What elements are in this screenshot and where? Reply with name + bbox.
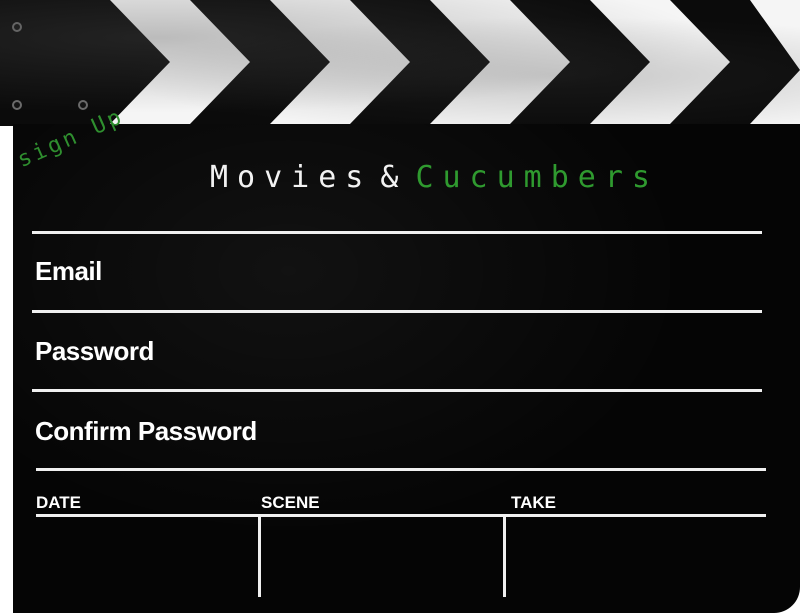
column-divider-1 — [258, 515, 261, 597]
divider-password — [32, 389, 762, 392]
hinge-bolt-icon — [78, 100, 88, 110]
chevron-stripe-4 — [590, 0, 730, 124]
divider-top — [32, 231, 762, 234]
divider-confirm — [36, 468, 766, 471]
column-divider-2 — [503, 515, 506, 597]
hinge-bolt-icon — [12, 100, 22, 110]
chevron-stripe-3 — [430, 0, 570, 124]
app-title: Movies & Cucumbers — [210, 160, 659, 195]
title-ampersand: & — [380, 160, 408, 195]
password-field[interactable] — [320, 338, 744, 374]
chevron-stripe-2 — [270, 0, 410, 124]
date-column-label: DATE — [36, 493, 82, 512]
divider-columns — [36, 514, 766, 517]
hinge-bolt-icon — [12, 22, 22, 32]
confirm-password-field[interactable] — [320, 418, 744, 454]
title-movies: Movies — [210, 160, 373, 195]
scene-column-label: SCENE — [261, 493, 320, 512]
clapper-chevrons — [110, 0, 800, 124]
email-field[interactable] — [320, 258, 744, 294]
clapper-stick — [0, 0, 800, 126]
divider-email — [32, 310, 762, 313]
title-cucumbers: Cucumbers — [415, 160, 659, 195]
confirm-password-label: Confirm Password — [35, 416, 257, 446]
email-label: Email — [35, 256, 102, 286]
chevron-stripe-1 — [110, 0, 250, 124]
take-column-label: TAKE — [511, 493, 557, 512]
password-label: Password — [35, 336, 154, 366]
chevron-stripe-5 — [750, 0, 800, 124]
